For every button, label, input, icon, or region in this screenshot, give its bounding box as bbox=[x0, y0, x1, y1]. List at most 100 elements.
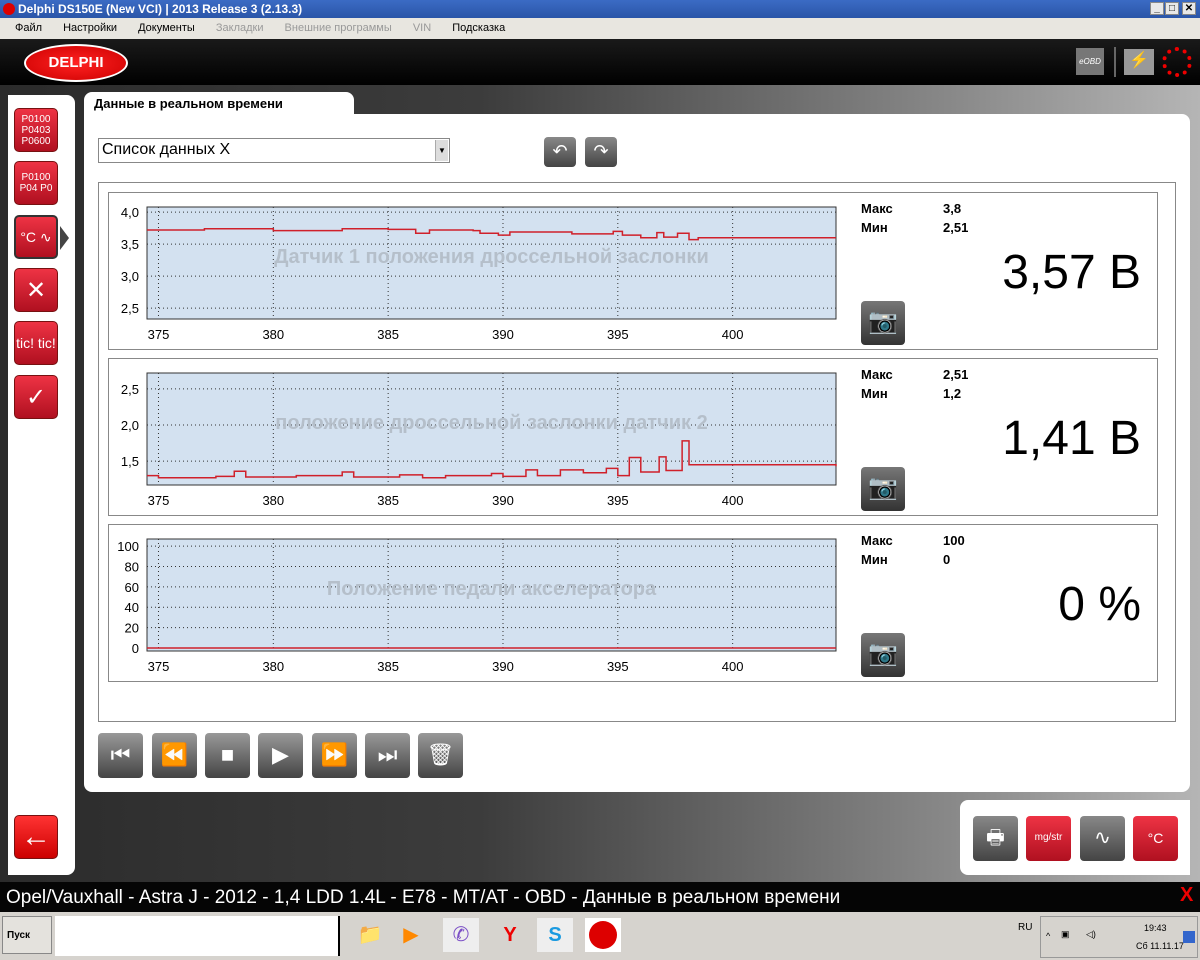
y-tick-label: 3,5 bbox=[121, 237, 139, 252]
menu-file[interactable]: Файл bbox=[15, 22, 42, 34]
sidebar-item-service[interactable]: ✕ bbox=[14, 268, 58, 312]
max-label: Макс bbox=[861, 201, 893, 216]
graph-button[interactable]: ∿ bbox=[1080, 816, 1125, 861]
current-value: 1,41 В bbox=[1002, 412, 1141, 465]
explorer-icon[interactable]: 📁 bbox=[352, 918, 388, 952]
x-tick-label: 400 bbox=[722, 327, 744, 342]
divider bbox=[1114, 47, 1116, 77]
close-button[interactable]: ✕ bbox=[1182, 2, 1196, 15]
menu-external-programs[interactable]: Внешние программы bbox=[285, 22, 392, 34]
chevron-down-icon[interactable]: ▼ bbox=[435, 140, 448, 161]
minimize-button[interactable]: _ bbox=[1150, 2, 1164, 15]
y-tick-label: 2,0 bbox=[121, 418, 139, 433]
chevron-up-icon[interactable]: ^ bbox=[1046, 931, 1050, 941]
sidebar-item-actuators[interactable]: ✓ bbox=[14, 375, 58, 419]
x-tick-label: 380 bbox=[262, 493, 284, 508]
print-button[interactable]: 🖶 bbox=[973, 816, 1018, 861]
x-tick-label: 385 bbox=[377, 659, 399, 674]
title-bar: Delphi DS150E (New VCI) | 2013 Release 3… bbox=[0, 0, 1200, 18]
eobd-icon[interactable]: eOBD bbox=[1076, 48, 1104, 75]
skype-icon[interactable]: S bbox=[537, 918, 573, 952]
x-tick-label: 395 bbox=[607, 493, 629, 508]
snapshot-button[interactable]: 📷 bbox=[861, 633, 905, 677]
x-tick-label: 395 bbox=[607, 659, 629, 674]
close-session-button[interactable]: X bbox=[1180, 884, 1193, 907]
min-label: Мин bbox=[861, 386, 888, 401]
x-tick-label: 385 bbox=[377, 327, 399, 342]
y-tick-label: 4,0 bbox=[121, 205, 139, 220]
next-list-button[interactable]: ↷ bbox=[585, 137, 617, 167]
last-button[interactable]: ⏭ bbox=[365, 733, 410, 778]
y-tick-label: 1,5 bbox=[121, 454, 139, 469]
sidebar-item-live-data[interactable]: °C ∿ bbox=[14, 215, 58, 259]
min-value: 0 bbox=[943, 552, 951, 567]
stop-button[interactable]: ■ bbox=[205, 733, 250, 778]
y-tick-label: 100 bbox=[117, 539, 139, 554]
clock-time[interactable]: 19:43 bbox=[1144, 923, 1167, 933]
start-button[interactable]: Пуск bbox=[2, 916, 52, 954]
chart-title: Датчик 1 положения дроссельной заслонки bbox=[274, 246, 709, 268]
delphi-task-icon[interactable] bbox=[585, 918, 621, 952]
app-header: DELPHI eOBD ⚡ bbox=[0, 39, 1200, 85]
x-tick-label: 380 bbox=[262, 659, 284, 674]
x-tick-label: 375 bbox=[148, 327, 170, 342]
y-tick-label: 2,5 bbox=[121, 382, 139, 397]
viber-icon[interactable]: ✆ bbox=[443, 918, 479, 952]
yandex-icon[interactable]: Y bbox=[492, 918, 528, 952]
delete-button[interactable]: 🗑 bbox=[418, 733, 463, 778]
battery-icon: ⚡ bbox=[1124, 49, 1154, 75]
app-icon bbox=[3, 3, 15, 15]
media-player-icon[interactable]: ▶ bbox=[393, 918, 429, 952]
chart: 375 380 385 390 395 400 100 80 60 40 20 0 Положение … bbox=[117, 538, 837, 674]
menu-help[interactable]: Подсказка bbox=[452, 22, 505, 34]
camera-icon: 📷 bbox=[868, 474, 898, 501]
max-value: 3,8 bbox=[943, 201, 962, 216]
delphi-logo: DELPHI bbox=[24, 44, 128, 82]
menu-documents[interactable]: Документы bbox=[138, 22, 195, 34]
sidebar-item-tic[interactable]: tic! tic! bbox=[14, 321, 58, 365]
current-value: 0 % bbox=[1058, 578, 1141, 631]
forward-button[interactable]: ⏩ bbox=[312, 733, 357, 778]
vehicle-info: Opel/Vauxhall - Astra J - 2012 - 1,4 LDD… bbox=[6, 887, 841, 908]
data-list-value: Список данных X bbox=[102, 141, 231, 158]
units-button[interactable]: mg/str bbox=[1026, 816, 1071, 861]
sidebar-item-clear-codes[interactable]: P0100 P04 P0 bbox=[14, 161, 58, 205]
clock-date[interactable]: Сб 11.11.17 bbox=[1136, 941, 1184, 951]
y-tick-label: 2,5 bbox=[121, 301, 139, 316]
rewind-button[interactable]: ⏪ bbox=[152, 733, 197, 778]
live-data-button[interactable]: °C bbox=[1133, 816, 1178, 861]
x-tick-label: 385 bbox=[377, 493, 399, 508]
language-indicator[interactable]: RU bbox=[1018, 922, 1032, 933]
vehicle-status-bar: Opel/Vauxhall - Astra J - 2012 - 1,4 LDD… bbox=[0, 882, 1200, 912]
network-icon[interactable]: ▣ bbox=[1061, 929, 1070, 940]
back-button[interactable]: ← bbox=[14, 815, 58, 859]
play-button[interactable]: ▶ bbox=[258, 733, 303, 778]
menu-vin[interactable]: VIN bbox=[413, 22, 431, 34]
tab-live-data[interactable]: Данные в реальном времени bbox=[84, 92, 354, 116]
menu-bar: Файл Настройки Документы Закладки Внешни… bbox=[0, 18, 1200, 39]
sidebar bbox=[8, 95, 75, 875]
menu-settings[interactable]: Настройки bbox=[63, 22, 117, 34]
chart-panel: 375 380 385 390 395 400 2,5 2,0 1,5 положение дро… bbox=[108, 358, 1158, 516]
chart-panel: 375 380 385 390 395 400 100 80 60 40 20 0 Положение … bbox=[108, 524, 1158, 682]
snapshot-button[interactable]: 📷 bbox=[861, 467, 905, 511]
snapshot-button[interactable]: 📷 bbox=[861, 301, 905, 345]
max-label: Макс bbox=[861, 367, 893, 382]
max-label: Макс bbox=[861, 533, 893, 548]
maximize-button[interactable]: □ bbox=[1165, 2, 1179, 15]
show-desktop-icon[interactable] bbox=[1183, 931, 1195, 943]
first-button[interactable]: ⏮ bbox=[98, 733, 143, 778]
data-list-select[interactable]: Список данных X ▼ bbox=[98, 138, 450, 163]
taskbar-search[interactable] bbox=[55, 916, 340, 956]
camera-icon: 📷 bbox=[868, 640, 898, 667]
x-tick-label: 375 bbox=[148, 659, 170, 674]
system-tray: ^ ▣ ◁) 19:43 Сб 11.11.17 bbox=[1040, 916, 1198, 958]
min-value: 2,51 bbox=[943, 220, 969, 235]
y-tick-label: 0 bbox=[132, 641, 139, 656]
menu-bookmarks[interactable]: Закладки bbox=[216, 22, 264, 34]
sidebar-item-fault-codes[interactable]: P0100 P0403 P0600 bbox=[14, 108, 58, 152]
prev-list-button[interactable]: ↶ bbox=[544, 137, 576, 167]
taskbar: Пуск 📁 ▶ ✆ Y S RU ^ ▣ ◁) 19:43 Сб 11.11.… bbox=[0, 912, 1200, 960]
volume-icon[interactable]: ◁) bbox=[1086, 929, 1096, 940]
window-title: Delphi DS150E (New VCI) | 2013 Release 3… bbox=[18, 2, 303, 16]
